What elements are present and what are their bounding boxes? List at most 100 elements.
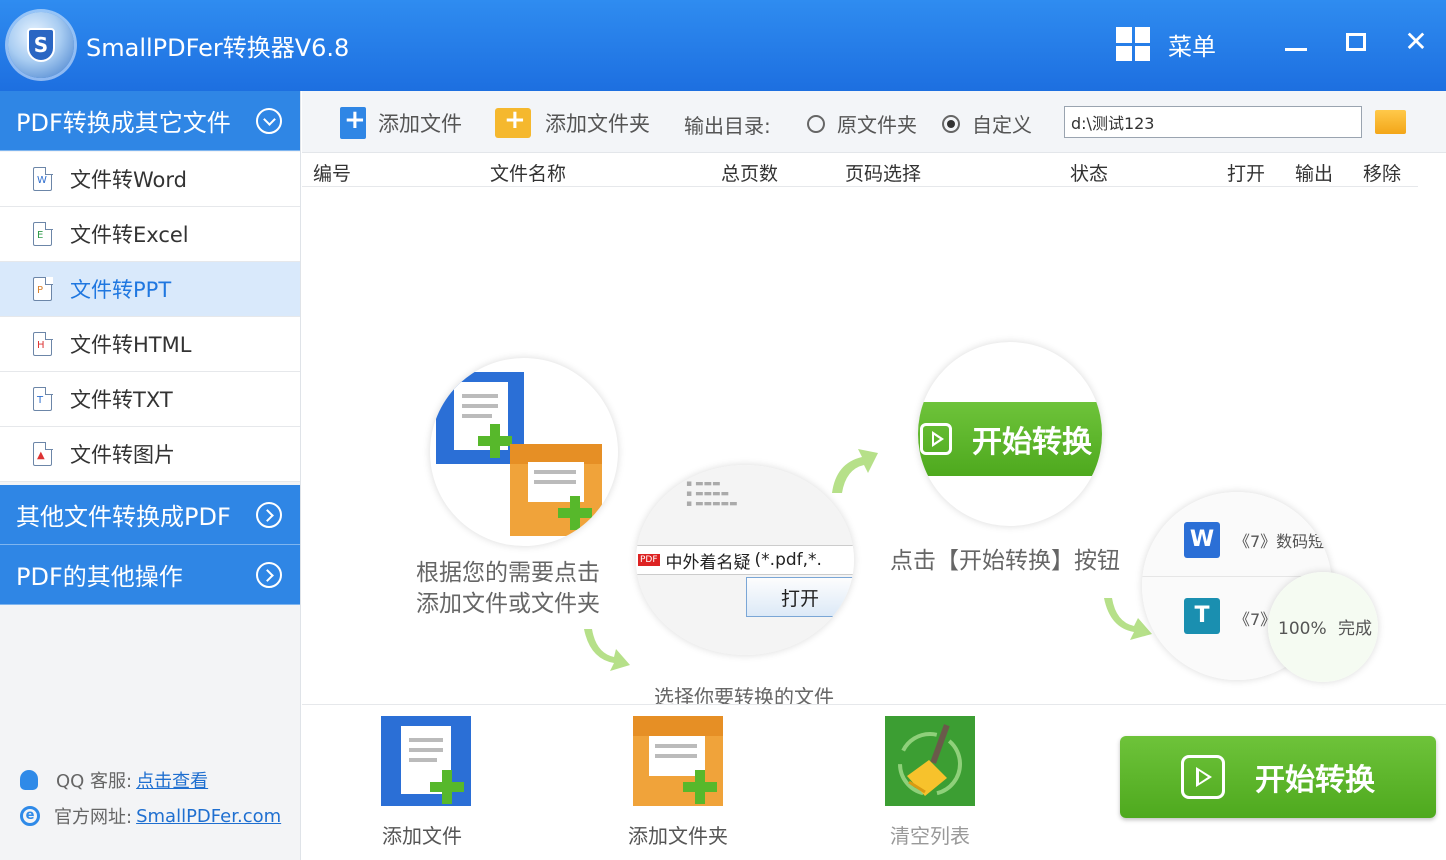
col-page-select: 页码选择 bbox=[845, 163, 922, 185]
radio-label: 原文件夹 bbox=[837, 113, 917, 137]
step1-caption-line2: 添加文件或文件夹 bbox=[416, 591, 600, 617]
close-button[interactable]: ✕ bbox=[1398, 24, 1434, 60]
col-remove: 移除 bbox=[1363, 163, 1402, 185]
image-file-icon: ▲ bbox=[33, 441, 53, 466]
add-files-illustration-icon bbox=[436, 372, 602, 536]
section-pdf-to-other[interactable]: PDF转换成其它文件 bbox=[0, 91, 300, 151]
maximize-button[interactable] bbox=[1338, 24, 1374, 60]
col-filename: 文件名称 bbox=[490, 163, 567, 185]
col-total-pages: 总页数 bbox=[721, 163, 779, 185]
pdf-tag-icon: PDF bbox=[638, 554, 660, 566]
col-number: 编号 bbox=[313, 163, 352, 185]
qq-support-link[interactable]: 点击查看 bbox=[136, 767, 208, 793]
sidebar-item-image[interactable]: ▲ 文件转图片 bbox=[0, 427, 300, 482]
step1-illustration bbox=[430, 358, 618, 546]
qq-support: QQ 客服: 点击查看 bbox=[20, 767, 208, 793]
section-pdf-other-ops[interactable]: PDF的其他操作 bbox=[0, 545, 300, 605]
official-site-link[interactable]: SmallPDFer.com bbox=[136, 806, 281, 827]
output-path-input[interactable] bbox=[1064, 106, 1362, 138]
grid-menu-icon bbox=[1116, 27, 1150, 61]
official-site-label: 官方网址: bbox=[54, 807, 133, 828]
sidebar-item-label: 文件转TXT bbox=[70, 388, 173, 412]
step2-filter: (*.pdf,*. bbox=[754, 550, 822, 570]
section-label: PDF的其他操作 bbox=[16, 563, 183, 591]
add-file-button[interactable]: 添加文件 bbox=[340, 105, 462, 141]
col-open: 打开 bbox=[1227, 163, 1266, 185]
sidebar-item-html[interactable]: H 文件转HTML bbox=[0, 317, 300, 372]
txt-file-icon: T bbox=[33, 386, 53, 411]
radio-label: 自定义 bbox=[972, 113, 1032, 137]
sidebar-item-label: 文件转Word bbox=[70, 168, 187, 192]
bottom-add-folder-label: 添加文件夹 bbox=[628, 824, 728, 848]
bottom-add-file-button[interactable] bbox=[381, 716, 471, 806]
step4-row1-name: 《7》数码短 bbox=[1234, 532, 1325, 551]
bottom-add-folder-button[interactable] bbox=[633, 716, 723, 806]
step4-progress: 100% 完成 bbox=[1278, 614, 1372, 639]
section-other-to-pdf[interactable]: 其他文件转换成PDF bbox=[0, 485, 300, 545]
step2-filename: 中外着名疑 bbox=[665, 552, 751, 573]
col-output: 输出 bbox=[1295, 163, 1334, 185]
close-icon: ✕ bbox=[1404, 25, 1428, 58]
green-arrow-icon bbox=[832, 449, 878, 493]
broom-icon bbox=[885, 716, 975, 806]
add-folder-button[interactable]: 添加文件夹 bbox=[495, 105, 650, 141]
step3-caption: 点击【开始转换】按钮 bbox=[890, 548, 1120, 574]
step4-status: 完成 bbox=[1338, 619, 1373, 639]
add-folder-label: 添加文件夹 bbox=[545, 112, 650, 136]
browse-folder-icon[interactable] bbox=[1375, 110, 1406, 134]
step1-caption: 根据您的需要点击 添加文件或文件夹 bbox=[416, 558, 600, 620]
bottom-clear-list-button[interactable] bbox=[885, 716, 975, 806]
sidebar: PDF转换成其它文件 W 文件转Word E 文件转Excel P 文件转PPT… bbox=[0, 91, 301, 860]
sidebar-item-word[interactable]: W 文件转Word bbox=[0, 152, 300, 207]
app-logo-icon: S bbox=[8, 12, 74, 78]
step2-open-button: 打开 bbox=[746, 577, 854, 617]
word-file-icon: W bbox=[33, 166, 53, 191]
sidebar-item-excel[interactable]: E 文件转Excel bbox=[0, 207, 300, 262]
col-status: 状态 bbox=[1070, 163, 1109, 185]
chevron-right-icon bbox=[256, 562, 282, 588]
start-convert-button[interactable]: 开始转换 bbox=[1120, 736, 1436, 818]
html-file-icon: H bbox=[33, 331, 53, 356]
sidebar-item-txt[interactable]: T 文件转TXT bbox=[0, 372, 300, 427]
play-icon bbox=[920, 423, 952, 455]
radio-custom-folder[interactable]: 自定义 bbox=[942, 109, 1032, 138]
step3-start-button-image: 开始转换 bbox=[918, 402, 1102, 476]
radio-original-folder[interactable]: 原文件夹 bbox=[807, 109, 917, 138]
menu-label: 菜单 bbox=[1168, 32, 1216, 61]
sidebar-item-ppt[interactable]: P 文件转PPT bbox=[0, 262, 300, 317]
add-file-icon bbox=[340, 105, 366, 139]
qq-support-label: QQ 客服: bbox=[56, 771, 133, 792]
chevron-down-icon bbox=[256, 108, 282, 134]
bottom-add-file-label: 添加文件 bbox=[382, 824, 462, 848]
step1-caption-line1: 根据您的需要点击 bbox=[416, 560, 600, 586]
step4-progress-value: 100% bbox=[1278, 619, 1327, 639]
file-list-blur: ▪ ▬▬▬ ▪ ▬▬▬▬ ▪ ▬▬▬▬▬ bbox=[686, 479, 738, 509]
word-doc-icon: W bbox=[1184, 522, 1220, 558]
bottom-clear-list-label: 清空列表 bbox=[890, 824, 970, 848]
add-file-label: 添加文件 bbox=[378, 112, 462, 136]
step2-illustration: ▪ ▬▬▬ ▪ ▬▬▬▬ ▪ ▬▬▬▬▬ PDF 中外着名疑 (*.pdf,*. 打… bbox=[636, 465, 854, 655]
add-folder-icon bbox=[495, 105, 531, 138]
txt-doc-icon: T bbox=[1184, 598, 1220, 634]
file-table-header: 编号 文件名称 总页数 页码选择 状态 打开 输出 移除 bbox=[302, 153, 1418, 187]
step2-caption: 选择你要转换的文件 bbox=[654, 685, 834, 704]
step2-open-label: 打开 bbox=[780, 587, 819, 610]
section-label: 其他文件转换成PDF bbox=[16, 503, 231, 531]
radio-on-icon bbox=[942, 114, 960, 133]
add-folder-large-icon bbox=[633, 716, 723, 806]
start-convert-label: 开始转换 bbox=[1255, 763, 1375, 798]
divider bbox=[302, 704, 1446, 705]
sidebar-item-label: 文件转Excel bbox=[70, 223, 189, 247]
menu-button[interactable]: 菜单 bbox=[1116, 26, 1216, 62]
maximize-icon bbox=[1346, 33, 1366, 51]
step3-illustration: 开始转换 bbox=[918, 342, 1102, 526]
minimize-icon bbox=[1285, 48, 1307, 51]
toolbar: 添加文件 添加文件夹 输出目录: 原文件夹 自定义 bbox=[302, 91, 1446, 153]
file-name-row: PDF 中外着名疑 (*.pdf,*. bbox=[636, 545, 854, 575]
qq-icon bbox=[20, 770, 38, 790]
minimize-button[interactable] bbox=[1278, 24, 1314, 60]
sidebar-item-label: 文件转图片 bbox=[70, 443, 175, 467]
step3-button-label: 开始转换 bbox=[972, 425, 1092, 460]
add-file-large-icon bbox=[381, 716, 471, 806]
sidebar-item-label: 文件转HTML bbox=[70, 333, 192, 357]
